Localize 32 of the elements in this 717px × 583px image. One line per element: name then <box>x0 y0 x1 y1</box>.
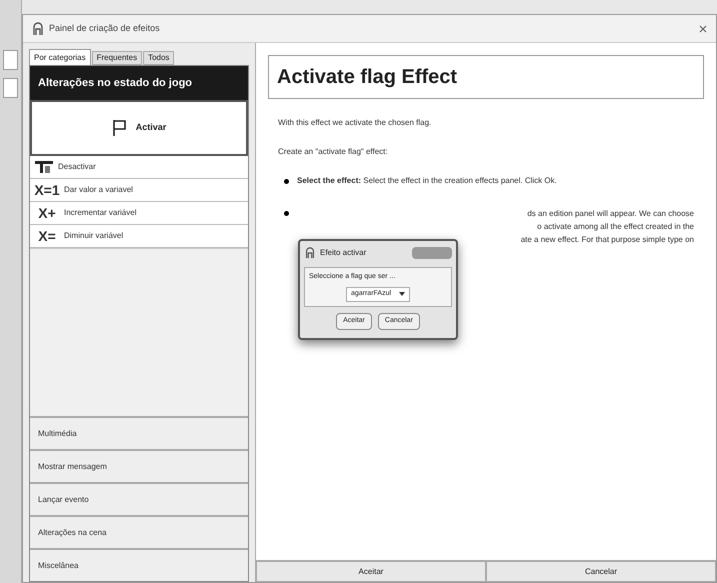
dialog-title: Efeito activar <box>320 247 366 259</box>
tab[interactable]: Por categorias <box>29 49 91 65</box>
category-button[interactable]: Alterações na cena <box>30 515 248 548</box>
tab[interactable]: Frequentes <box>92 51 142 65</box>
flag-icon <box>112 119 128 137</box>
help-paragraph: Create an "activate flag" effect: <box>278 146 389 158</box>
footer-button[interactable]: Cancelar <box>486 561 716 582</box>
category-button[interactable]: Lançar evento <box>30 482 248 515</box>
variable-icon: X+ <box>34 206 60 220</box>
app-icon <box>304 247 316 259</box>
help-bullet-line: ds an edition panel will appear. We can choose <box>527 208 694 220</box>
table-icon <box>34 160 54 174</box>
help-paragraph: With this effect we activate the chosen flag. <box>278 117 432 129</box>
window-title: Painel de criação de efeitos <box>49 22 160 35</box>
effect-item[interactable]: Activar <box>30 100 248 156</box>
help-bullet-line: o activate among all the effect created in the <box>537 221 694 233</box>
variable-icon: X=1 <box>34 183 60 197</box>
caret-icon <box>399 292 406 296</box>
close-icon[interactable] <box>698 24 708 34</box>
footer-button[interactable]: Aceitar <box>256 561 486 582</box>
category-button[interactable]: Mostrar mensagem <box>30 449 248 482</box>
help-bullet: Select the effect: Select the effect in the creation effects panel. Click Ok. <box>297 175 557 187</box>
help-bullet-line: ate a new effect. For that purpose simple type on <box>520 234 694 246</box>
category-button[interactable]: Multimédia <box>30 416 248 449</box>
tab[interactable]: Todos <box>143 51 174 65</box>
category-button[interactable]: Miscelânea <box>30 548 248 581</box>
bullet-icon <box>284 178 289 184</box>
variable-icon: X= <box>34 229 60 243</box>
category-header: Alterações no estado do jogo <box>30 66 248 100</box>
help-title: Activate flag Effect <box>268 55 704 99</box>
app-icon <box>31 22 45 36</box>
bullet-icon <box>284 211 289 216</box>
